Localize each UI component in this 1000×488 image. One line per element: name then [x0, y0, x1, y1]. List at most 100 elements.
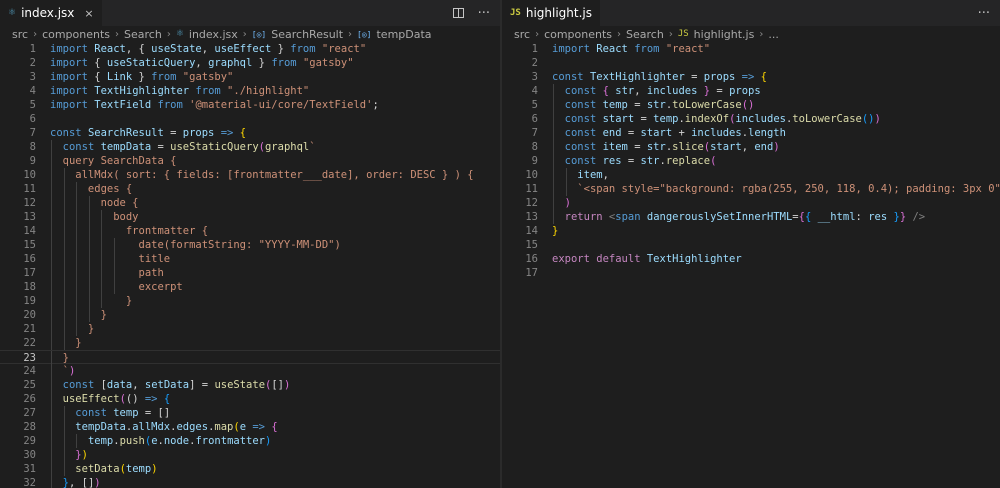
code-editor[interactable]: 1 import React, { useState, useEffect } f… — [0, 42, 500, 488]
code-line[interactable]: 17 path — [0, 266, 500, 280]
code-line[interactable]: 7 const SearchResult = props => { — [0, 126, 500, 140]
left-editor-pane[interactable]: ⚛ index.jsx × ··· src › components › Sea… — [0, 0, 500, 488]
code-token: , — [195, 57, 209, 69]
line-number: 10 — [525, 169, 538, 181]
code-line[interactable]: 15 — [502, 238, 1000, 252]
breadcrumb-item[interactable]: tempData — [376, 28, 431, 41]
code-line[interactable]: 31 setData(temp) — [0, 462, 500, 476]
code-token: } — [132, 71, 152, 83]
code-token: props — [182, 127, 215, 139]
code-line[interactable]: 3 import { Link } from "gatsby" — [0, 70, 500, 84]
code-line[interactable]: 16 export default TextHighlighter — [502, 252, 1000, 266]
code-token: => — [252, 421, 266, 433]
code-token: ` — [309, 141, 316, 153]
code-token: `<span style="background: rgba(255, 250,… — [577, 183, 1000, 195]
tab-highlight-js[interactable]: JS highlight.js — [502, 0, 601, 26]
line-number: 30 — [23, 449, 36, 461]
code-line[interactable]: 1 import React from "react" — [502, 42, 1000, 56]
left-tab-bar: ⚛ index.jsx × ··· — [0, 0, 500, 26]
code-line[interactable]: 11 edges { — [0, 182, 500, 196]
more-actions-icon[interactable]: ··· — [978, 6, 990, 21]
more-actions-icon[interactable]: ··· — [478, 6, 490, 21]
code-token: export — [552, 253, 590, 265]
code-line[interactable]: 25 const [data, setData] = useState([]) — [0, 378, 500, 392]
code-line[interactable]: 21 } — [0, 322, 500, 336]
code-line[interactable]: 23 } — [0, 350, 500, 365]
code-line[interactable]: 8 const tempData = useStaticQuery(graphq… — [0, 140, 500, 154]
code-line[interactable]: 32 }, []) — [0, 476, 500, 488]
breadcrumb-item[interactable]: Search — [626, 28, 664, 41]
code-token: TextHighlighter — [589, 71, 685, 83]
tab-index-jsx[interactable]: ⚛ index.jsx × — [0, 0, 102, 26]
code-line[interactable]: 10 allMdx( sort: { fields: [frontmatter_… — [0, 168, 500, 182]
code-line[interactable]: 2 import { useStaticQuery, graphql } from… — [0, 56, 500, 70]
breadcrumb-item[interactable]: index.jsx — [189, 28, 238, 41]
code-line[interactable]: 29 temp.push(e.node.frontmatter) — [0, 434, 500, 448]
code-line[interactable]: 20 } — [0, 308, 500, 322]
breadcrumb-item[interactable]: components — [544, 28, 612, 41]
breadcrumb-item[interactable]: SearchResult — [271, 28, 343, 41]
code-line[interactable]: 2 — [502, 56, 1000, 70]
code-line[interactable]: 15 date(formatString: "YYYY-MM-DD") — [0, 238, 500, 252]
code-line[interactable]: 26 useEffect(() => { — [0, 392, 500, 406]
code-line[interactable]: 27 const temp = [] — [0, 406, 500, 420]
code-token: = — [684, 71, 704, 83]
code-text: edges { — [50, 182, 132, 196]
breadcrumb-item[interactable]: src — [514, 28, 530, 41]
right-editor-pane[interactable]: JS highlight.js ··· src › components › S… — [502, 0, 1000, 488]
code-text: return <span dangerouslySetInnerHTML={{ … — [552, 210, 925, 224]
code-line[interactable]: 6 — [0, 112, 500, 126]
code-line[interactable]: 30 }) — [0, 448, 500, 462]
code-line[interactable]: 19 } — [0, 294, 500, 308]
code-text: ) — [552, 196, 571, 210]
code-line[interactable]: 16 title — [0, 252, 500, 266]
line-number: 15 — [23, 239, 36, 251]
code-token: replace — [665, 155, 711, 167]
code-line[interactable]: 10 item, — [502, 168, 1000, 182]
breadcrumb-item[interactable]: highlight.js — [694, 28, 755, 41]
code-line[interactable]: 5 import TextField from '@material-ui/cor… — [0, 98, 500, 112]
split-editor-icon[interactable] — [452, 8, 464, 18]
code-line[interactable]: 17 — [502, 266, 1000, 280]
code-token: import — [50, 71, 88, 83]
code-line[interactable]: 8 const item = str.slice(start, end) — [502, 140, 1000, 154]
code-text: temp.push(e.node.frontmatter) — [50, 434, 271, 448]
code-line[interactable]: 24 `) — [0, 364, 500, 378]
code-token: ) — [94, 477, 101, 488]
breadcrumb: src › components › Search › JS highlight… — [502, 26, 1000, 42]
code-token: temp — [125, 463, 152, 475]
code-line[interactable]: 3 const TextHighlighter = props => { — [502, 70, 1000, 84]
code-line[interactable]: 11 `<span style="background: rgba(255, 2… — [502, 182, 1000, 196]
code-line[interactable]: 4 import TextHighlighter from "./highligh… — [0, 84, 500, 98]
code-line[interactable]: 12 ) — [502, 196, 1000, 210]
code-line[interactable]: 18 excerpt — [0, 280, 500, 294]
breadcrumb-item[interactable]: ... — [768, 28, 779, 41]
breadcrumb-item[interactable]: components — [42, 28, 110, 41]
code-token: date(formatString: "YYYY-MM-DD") — [50, 239, 341, 251]
code-line[interactable]: 28 tempData.allMdx.edges.map(e => { — [0, 420, 500, 434]
code-line[interactable]: 6 const start = temp.indexOf(includes.to… — [502, 112, 1000, 126]
line-number: 16 — [525, 253, 538, 265]
code-line[interactable]: 9 query SearchData { — [0, 154, 500, 168]
code-text: frontmatter { — [50, 224, 208, 238]
code-line[interactable]: 22 } — [0, 336, 500, 350]
code-line[interactable]: 4 const { str, includes } = props — [502, 84, 1000, 98]
code-line[interactable]: 9 const res = str.replace( — [502, 154, 1000, 168]
breadcrumb-item[interactable]: src — [12, 28, 28, 41]
code-line[interactable]: 13 body — [0, 210, 500, 224]
code-line[interactable]: 1 import React, { useState, useEffect } f… — [0, 42, 500, 56]
code-line[interactable]: 14} — [502, 224, 1000, 238]
code-text: const tempData = useStaticQuery(graphql` — [50, 140, 316, 154]
code-line[interactable]: 13 return <span dangerouslySetInnerHTML=… — [502, 210, 1000, 224]
code-line[interactable]: 12 node { — [0, 196, 500, 210]
code-editor[interactable]: 1 import React from "react" 2 3 const TextHi… — [502, 42, 1000, 488]
breadcrumb-item[interactable]: Search — [124, 28, 162, 41]
code-token: const — [50, 127, 82, 139]
close-icon[interactable]: × — [84, 7, 93, 20]
code-line[interactable]: 5 const temp = str.toLowerCase() — [502, 98, 1000, 112]
code-line[interactable]: 14 frontmatter { — [0, 224, 500, 238]
code-line[interactable]: 7 const end = start + includes.length — [502, 126, 1000, 140]
